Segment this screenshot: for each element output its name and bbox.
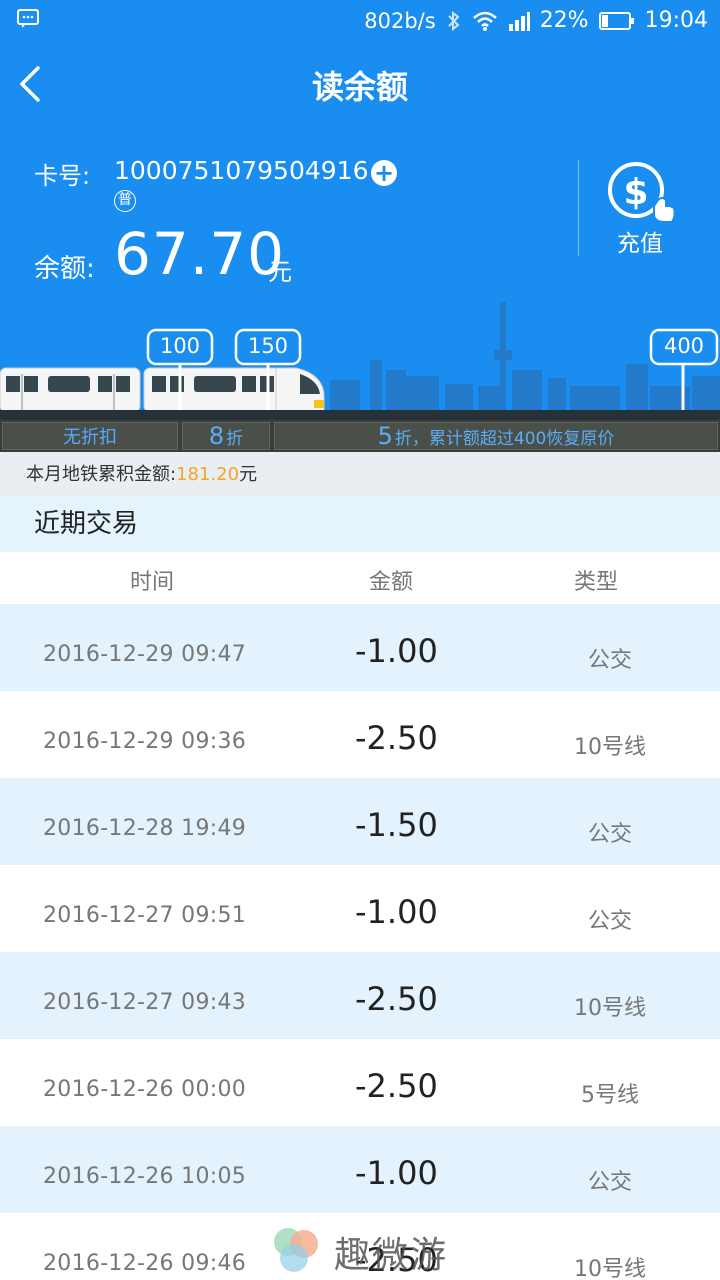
- table-row[interactable]: 2016-12-29 09:36 -2.50 10号线: [0, 691, 720, 778]
- marker-400: 400: [663, 334, 705, 358]
- tier-no-discount: 无折扣: [2, 422, 178, 450]
- add-card-icon[interactable]: +: [371, 160, 397, 186]
- tier-50-percent: 5 折，累计额超过400恢复原价: [274, 422, 718, 450]
- app-root: 802b/s 22% 19:04 读余额 卡号: 100075107950491…: [0, 0, 720, 1280]
- table-row[interactable]: 2016-12-27 09:51 -1.00 公交: [0, 865, 720, 952]
- discount-tiers: 无折扣 8折 5 折，累计额超过400恢复原价: [0, 420, 720, 452]
- row-time: 2016-12-29 09:47: [43, 642, 247, 667]
- row-time: 2016-12-29 09:36: [43, 729, 247, 754]
- table-row[interactable]: 2016-12-28 19:49 -1.50 公交: [0, 778, 720, 865]
- card-number-label: 卡号:: [34, 162, 91, 190]
- row-amount: -1.00: [355, 893, 438, 931]
- row-amount: -1.50: [355, 806, 438, 844]
- table-row[interactable]: 2016-12-27 09:43 -2.50 10号线: [0, 952, 720, 1039]
- dollar-touch-icon: $: [608, 162, 676, 223]
- tier-80-suffix: 折: [226, 428, 244, 449]
- col-type: 类型: [574, 570, 619, 595]
- message-icon: [17, 9, 39, 28]
- row-time: 2016-12-27 09:51: [43, 903, 247, 928]
- card-type-badge: 普: [114, 190, 136, 212]
- table-row[interactable]: 2016-12-29 09:47 -1.00 公交: [0, 604, 720, 691]
- battery-icon: [598, 11, 634, 30]
- row-amount: -1.00: [355, 632, 438, 670]
- row-type: 5号线: [581, 1083, 639, 1108]
- wifi-icon: [472, 11, 497, 31]
- train-car: [143, 367, 325, 413]
- metro-scene-illustration: [0, 302, 720, 413]
- transactions-table-header: 时间 金额 类型: [0, 552, 720, 604]
- vertical-divider: [578, 160, 579, 256]
- rail-track: [0, 410, 720, 420]
- table-row[interactable]: 2016-12-26 00:00 -2.50 5号线: [0, 1039, 720, 1126]
- recharge-label: 充值: [617, 231, 663, 257]
- row-type: 公交: [587, 1170, 632, 1195]
- row-type: 10号线: [574, 1257, 646, 1280]
- watermark: 趣微游: [268, 1220, 468, 1280]
- tier-50-suffix: 折，累计额超过400恢复原价: [394, 428, 615, 449]
- transactions-list: 2016-12-29 09:47 -1.00 公交 2016-12-29 09:…: [0, 604, 720, 1280]
- bluetooth-icon: [447, 10, 460, 31]
- balance-unit: 元: [268, 258, 292, 286]
- row-time: 2016-12-26 00:00: [43, 1077, 247, 1102]
- train-car: [0, 367, 141, 413]
- tier-50-value: 5: [377, 422, 393, 450]
- monthly-unit: 元: [239, 464, 258, 485]
- row-amount: -2.50: [355, 1067, 438, 1105]
- col-amount: 金额: [369, 570, 414, 595]
- network-speed: 802b/s: [364, 8, 436, 33]
- row-time: 2016-12-26 10:05: [43, 1164, 247, 1189]
- monthly-amount: 181.20: [176, 464, 240, 485]
- balance-value: 67.70: [114, 220, 286, 288]
- tier-80-value: 8: [208, 422, 225, 450]
- tier-80-percent: 8折: [182, 422, 270, 450]
- app-header: 读余额: [0, 44, 720, 130]
- row-amount: -1.00: [355, 1154, 438, 1192]
- table-row[interactable]: 2016-12-26 10:05 -1.00 公交: [0, 1126, 720, 1213]
- watermark-logo-icon: [274, 1228, 318, 1272]
- marker-100: 100: [159, 334, 201, 358]
- row-amount: -2.50: [355, 980, 438, 1018]
- row-time: 2016-12-26 09:46: [43, 1251, 247, 1276]
- recharge-button[interactable]: $ 充值: [600, 160, 680, 260]
- svg-text:$: $: [623, 172, 648, 213]
- recent-transactions-title: 近期交易: [0, 496, 720, 552]
- watermark-text: 趣微游: [334, 1235, 449, 1276]
- status-bar: 802b/s 22% 19:04: [0, 0, 720, 44]
- clock: 19:04: [644, 8, 708, 33]
- row-type: 公交: [587, 909, 632, 934]
- tier-no-discount-label: 无折扣: [63, 427, 117, 448]
- battery-percent: 22%: [539, 8, 589, 33]
- marker-150: 150: [247, 334, 289, 358]
- signal-icon: [508, 11, 530, 31]
- col-time: 时间: [130, 570, 175, 595]
- row-time: 2016-12-27 09:43: [43, 990, 247, 1015]
- monthly-label: 本月地铁累积金额:: [26, 464, 177, 485]
- page-title: 读余额: [311, 68, 408, 106]
- row-type: 10号线: [574, 996, 646, 1021]
- row-type: 公交: [587, 648, 632, 673]
- row-type: 10号线: [574, 735, 646, 760]
- row-type: 公交: [587, 822, 632, 847]
- row-time: 2016-12-28 19:49: [43, 816, 247, 841]
- row-amount: -2.50: [355, 719, 438, 757]
- balance-label: 余额:: [34, 254, 95, 284]
- monthly-metro-total: 本月地铁累积金额:181.20元: [0, 452, 720, 496]
- card-number: 1000751079504916: [114, 156, 369, 185]
